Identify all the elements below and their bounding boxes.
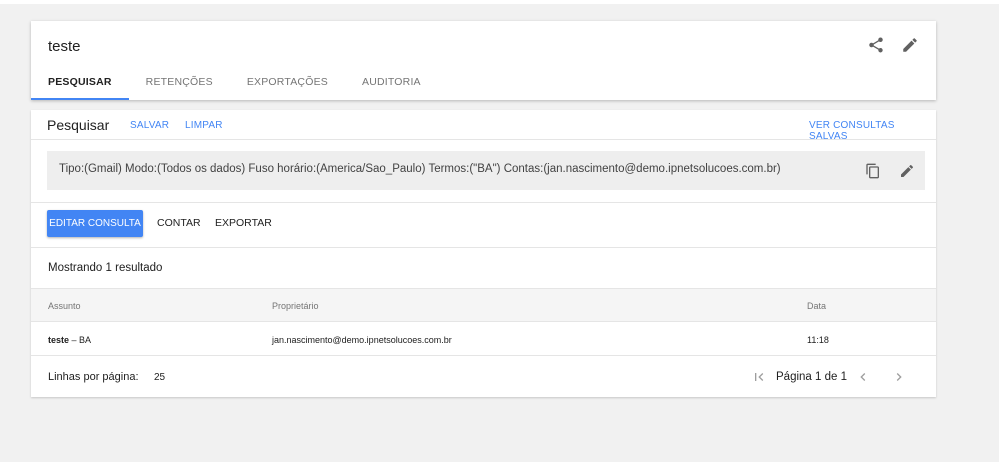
edit-query-button[interactable]: EDITAR CONSULTA bbox=[47, 210, 143, 237]
edit-icon[interactable] bbox=[901, 36, 919, 54]
page-indicator: Página 1 de 1 bbox=[776, 371, 847, 383]
column-header-subject[interactable]: Assunto bbox=[48, 301, 81, 311]
divider bbox=[31, 247, 936, 248]
tab-retencoes[interactable]: RETENÇÕES bbox=[129, 75, 230, 100]
first-page-icon[interactable] bbox=[751, 369, 767, 385]
tab-pesquisar[interactable]: PESQUISAR bbox=[31, 75, 129, 100]
save-link[interactable]: SALVAR bbox=[130, 120, 169, 131]
edit-query-icon[interactable] bbox=[899, 163, 915, 179]
row-owner: jan.nascimento@demo.ipnetsolucoes.com.br bbox=[272, 335, 452, 345]
top-strip bbox=[0, 0, 999, 4]
right-gutter bbox=[942, 4, 999, 462]
tab-exportacoes[interactable]: EXPORTAÇÕES bbox=[230, 75, 345, 100]
row-subject: teste – BA bbox=[48, 335, 91, 345]
column-header-owner[interactable]: Proprietário bbox=[272, 301, 319, 311]
row-subject-title: teste bbox=[48, 335, 70, 345]
saved-queries-link[interactable]: VER CONSULTAS SALVAS bbox=[809, 120, 936, 142]
next-page-icon[interactable] bbox=[891, 369, 907, 385]
search-toolbar: Pesquisar SALVAR LIMPAR VER CONSULTAS SA… bbox=[31, 110, 936, 142]
count-button[interactable]: CONTAR bbox=[157, 217, 201, 229]
row-subject-snippet: – BA bbox=[69, 335, 92, 345]
rows-per-page-label: Linhas por página: bbox=[48, 371, 139, 383]
results-table-header: Assunto Proprietário Data bbox=[31, 288, 936, 322]
clear-link[interactable]: LIMPAR bbox=[185, 120, 223, 131]
matter-title: teste bbox=[48, 38, 81, 55]
query-summary: Tipo:(Gmail) Modo:(Todos os dados) Fuso … bbox=[47, 151, 925, 190]
copy-icon[interactable] bbox=[865, 163, 881, 179]
divider bbox=[31, 202, 936, 203]
share-icon[interactable] bbox=[867, 36, 885, 54]
column-header-date[interactable]: Data bbox=[807, 301, 826, 311]
search-panel: Pesquisar SALVAR LIMPAR VER CONSULTAS SA… bbox=[31, 110, 936, 397]
query-text: Tipo:(Gmail) Modo:(Todos os dados) Fuso … bbox=[59, 163, 781, 175]
export-button[interactable]: EXPORTAR bbox=[215, 217, 272, 229]
matter-header: teste PESQUISAR RETENÇÕES EXPORTAÇÕES AU… bbox=[31, 21, 936, 100]
tab-auditoria[interactable]: AUDITORIA bbox=[345, 75, 438, 100]
matter-tabs: PESQUISAR RETENÇÕES EXPORTAÇÕES AUDITORI… bbox=[31, 75, 438, 100]
results-summary: Mostrando 1 resultado bbox=[48, 262, 163, 274]
search-heading: Pesquisar bbox=[47, 117, 110, 133]
table-row[interactable]: teste – BA jan.nascimento@demo.ipnetsolu… bbox=[31, 322, 936, 356]
prev-page-icon[interactable] bbox=[855, 369, 871, 385]
rows-per-page-select[interactable]: 25 bbox=[154, 372, 165, 383]
row-date: 11:18 bbox=[807, 335, 829, 345]
